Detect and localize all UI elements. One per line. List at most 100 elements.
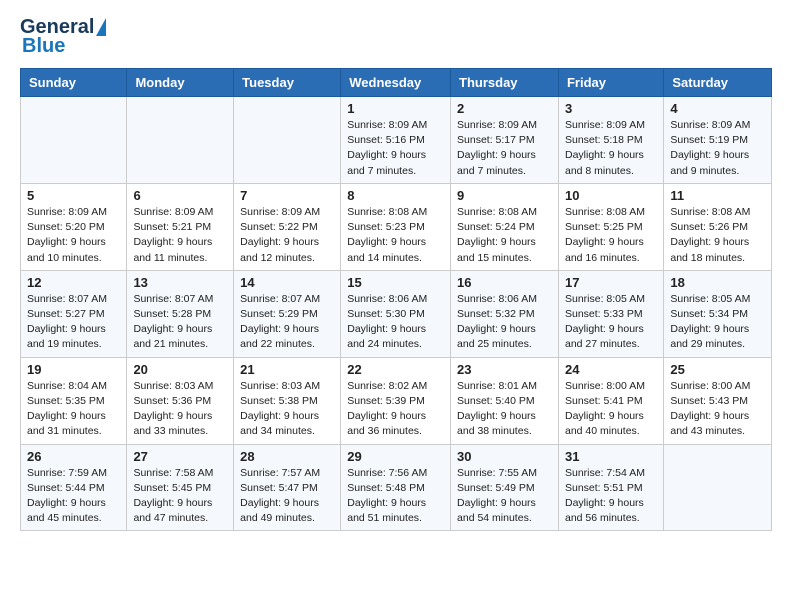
day-number: 18 (670, 275, 765, 290)
day-number: 14 (240, 275, 334, 290)
day-info: Sunrise: 8:00 AM Sunset: 5:43 PM Dayligh… (670, 379, 765, 440)
calendar-day-22: 22Sunrise: 8:02 AM Sunset: 5:39 PM Dayli… (341, 357, 451, 444)
day-number: 28 (240, 449, 334, 464)
calendar-empty-cell (21, 97, 127, 184)
day-info: Sunrise: 7:59 AM Sunset: 5:44 PM Dayligh… (27, 466, 120, 527)
day-number: 4 (670, 101, 765, 116)
day-info: Sunrise: 7:58 AM Sunset: 5:45 PM Dayligh… (133, 466, 227, 527)
calendar-day-13: 13 Sunrise: 8:07 AM Sunset: 5:28 PM Dayli… (127, 270, 234, 357)
day-info: Sunrise: 8:08 AM Sunset: 5:26 PM Dayligh… (670, 205, 765, 266)
day-number: 9 (457, 188, 552, 203)
day-number: 2 (457, 101, 552, 116)
weekday-header-wednesday: Wednesday (341, 69, 451, 97)
day-info: Sunrise: 8:07 AM Sunset: 5:29 PM Dayligh… (240, 292, 334, 353)
day-number: 23 (457, 362, 552, 377)
day-number: 5 (27, 188, 120, 203)
logo: General Blue (20, 16, 106, 58)
weekday-header-sunday: Sunday (21, 69, 127, 97)
day-number: 21 (240, 362, 334, 377)
day-number: 27 (133, 449, 227, 464)
day-number: 25 (670, 362, 765, 377)
day-info: Sunrise: 8:01 AM Sunset: 5:40 PM Dayligh… (457, 379, 552, 440)
day-info: Sunrise: 8:07 AM Sunset: 5:28 PM Dayligh… (133, 292, 227, 353)
calendar-day-27: 27 Sunrise: 7:58 AM Sunset: 5:45 PM Dayli… (127, 444, 234, 531)
calendar-week-row: 12 Sunrise: 8:07 AM Sunset: 5:27 PM Dayli… (21, 270, 772, 357)
page: General Blue SundayMondayTuesdayWednesda… (0, 0, 792, 547)
calendar-day-11: 11 Sunrise: 8:08 AM Sunset: 5:26 PM Dayli… (664, 183, 772, 270)
day-info: Sunrise: 8:09 AM Sunset: 5:19 PM Dayligh… (670, 118, 765, 179)
weekday-header-friday: Friday (558, 69, 663, 97)
day-info: Sunrise: 8:03 AM Sunset: 5:36 PM Dayligh… (133, 379, 227, 440)
day-number: 1 (347, 101, 444, 116)
calendar-empty-cell (664, 444, 772, 531)
day-number: 10 (565, 188, 657, 203)
day-number: 22 (347, 362, 444, 377)
calendar-empty-cell (127, 97, 234, 184)
calendar-day-12: 12 Sunrise: 8:07 AM Sunset: 5:27 PM Dayli… (21, 270, 127, 357)
day-number: 24 (565, 362, 657, 377)
calendar-day-19: 19Sunrise: 8:04 AM Sunset: 5:35 PM Dayli… (21, 357, 127, 444)
day-info: Sunrise: 8:06 AM Sunset: 5:30 PM Dayligh… (347, 292, 444, 353)
day-info: Sunrise: 8:09 AM Sunset: 5:20 PM Dayligh… (27, 205, 120, 266)
calendar-day-18: 18Sunrise: 8:05 AM Sunset: 5:34 PM Dayli… (664, 270, 772, 357)
day-number: 12 (27, 275, 120, 290)
day-number: 16 (457, 275, 552, 290)
day-info: Sunrise: 7:54 AM Sunset: 5:51 PM Dayligh… (565, 466, 657, 527)
calendar-day-28: 28Sunrise: 7:57 AM Sunset: 5:47 PM Dayli… (234, 444, 341, 531)
weekday-header-thursday: Thursday (451, 69, 559, 97)
calendar-day-29: 29Sunrise: 7:56 AM Sunset: 5:48 PM Dayli… (341, 444, 451, 531)
calendar-day-26: 26 Sunrise: 7:59 AM Sunset: 5:44 PM Dayli… (21, 444, 127, 531)
calendar-day-14: 14 Sunrise: 8:07 AM Sunset: 5:29 PM Dayli… (234, 270, 341, 357)
calendar-day-23: 23 Sunrise: 8:01 AM Sunset: 5:40 PM Dayli… (451, 357, 559, 444)
day-info: Sunrise: 8:05 AM Sunset: 5:33 PM Dayligh… (565, 292, 657, 353)
calendar-day-25: 25 Sunrise: 8:00 AM Sunset: 5:43 PM Dayli… (664, 357, 772, 444)
day-info: Sunrise: 7:56 AM Sunset: 5:48 PM Dayligh… (347, 466, 444, 527)
day-info: Sunrise: 8:09 AM Sunset: 5:17 PM Dayligh… (457, 118, 552, 179)
day-number: 17 (565, 275, 657, 290)
day-info: Sunrise: 8:08 AM Sunset: 5:23 PM Dayligh… (347, 205, 444, 266)
header: General Blue (20, 16, 772, 58)
calendar-week-row: 1 Sunrise: 8:09 AM Sunset: 5:16 PM Daylig… (21, 97, 772, 184)
day-number: 6 (133, 188, 227, 203)
calendar-day-3: 3 Sunrise: 8:09 AM Sunset: 5:18 PM Daylig… (558, 97, 663, 184)
calendar-day-8: 8 Sunrise: 8:08 AM Sunset: 5:23 PM Daylig… (341, 183, 451, 270)
day-info: Sunrise: 8:08 AM Sunset: 5:25 PM Dayligh… (565, 205, 657, 266)
calendar-day-21: 21 Sunrise: 8:03 AM Sunset: 5:38 PM Dayli… (234, 357, 341, 444)
calendar-empty-cell (234, 97, 341, 184)
day-info: Sunrise: 8:09 AM Sunset: 5:18 PM Dayligh… (565, 118, 657, 179)
day-number: 11 (670, 188, 765, 203)
calendar-day-1: 1 Sunrise: 8:09 AM Sunset: 5:16 PM Daylig… (341, 97, 451, 184)
day-info: Sunrise: 7:55 AM Sunset: 5:49 PM Dayligh… (457, 466, 552, 527)
calendar-day-31: 31 Sunrise: 7:54 AM Sunset: 5:51 PM Dayli… (558, 444, 663, 531)
calendar-day-6: 6Sunrise: 8:09 AM Sunset: 5:21 PM Daylig… (127, 183, 234, 270)
calendar-day-9: 9 Sunrise: 8:08 AM Sunset: 5:24 PM Daylig… (451, 183, 559, 270)
day-info: Sunrise: 8:08 AM Sunset: 5:24 PM Dayligh… (457, 205, 552, 266)
day-number: 19 (27, 362, 120, 377)
weekday-header-monday: Monday (127, 69, 234, 97)
day-number: 3 (565, 101, 657, 116)
calendar: SundayMondayTuesdayWednesdayThursdayFrid… (20, 68, 772, 531)
calendar-day-2: 2 Sunrise: 8:09 AM Sunset: 5:17 PM Daylig… (451, 97, 559, 184)
logo-triangle-icon (96, 18, 106, 36)
logo-blue-text: Blue (22, 35, 65, 57)
calendar-day-30: 30Sunrise: 7:55 AM Sunset: 5:49 PM Dayli… (451, 444, 559, 531)
weekday-header-tuesday: Tuesday (234, 69, 341, 97)
day-info: Sunrise: 8:09 AM Sunset: 5:22 PM Dayligh… (240, 205, 334, 266)
day-number: 13 (133, 275, 227, 290)
calendar-week-row: 19Sunrise: 8:04 AM Sunset: 5:35 PM Dayli… (21, 357, 772, 444)
logo-blue-label: Blue (22, 35, 65, 58)
day-info: Sunrise: 8:00 AM Sunset: 5:41 PM Dayligh… (565, 379, 657, 440)
calendar-day-5: 5 Sunrise: 8:09 AM Sunset: 5:20 PM Daylig… (21, 183, 127, 270)
day-info: Sunrise: 8:07 AM Sunset: 5:27 PM Dayligh… (27, 292, 120, 353)
calendar-day-20: 20 Sunrise: 8:03 AM Sunset: 5:36 PM Dayli… (127, 357, 234, 444)
day-info: Sunrise: 8:09 AM Sunset: 5:16 PM Dayligh… (347, 118, 444, 179)
day-number: 7 (240, 188, 334, 203)
weekday-header-row: SundayMondayTuesdayWednesdayThursdayFrid… (21, 69, 772, 97)
day-number: 20 (133, 362, 227, 377)
day-number: 26 (27, 449, 120, 464)
day-number: 31 (565, 449, 657, 464)
calendar-day-4: 4 Sunrise: 8:09 AM Sunset: 5:19 PM Daylig… (664, 97, 772, 184)
calendar-day-17: 17 Sunrise: 8:05 AM Sunset: 5:33 PM Dayli… (558, 270, 663, 357)
day-info: Sunrise: 8:03 AM Sunset: 5:38 PM Dayligh… (240, 379, 334, 440)
day-number: 8 (347, 188, 444, 203)
